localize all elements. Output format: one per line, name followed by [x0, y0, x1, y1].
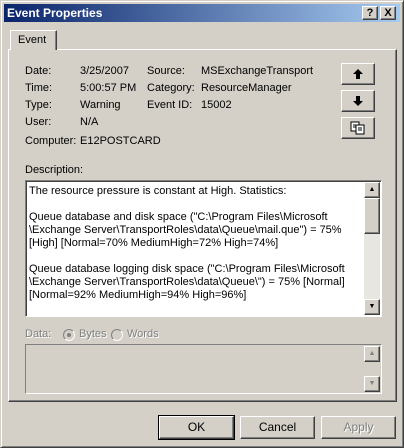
data-scroll-up-arrow-icon: ▲ [368, 350, 376, 357]
description-scrollbar[interactable]: ▲ ▼ [364, 182, 380, 315]
description-text: The resource pressure is constant at Hig… [29, 185, 345, 301]
source-label: Source: [147, 65, 185, 77]
data-scrollbar[interactable]: ▲ ▼ [364, 346, 380, 392]
scroll-up-arrow-icon: ▲ [368, 186, 376, 193]
up-arrow-icon [353, 69, 363, 79]
bytes-radio-label: Bytes [79, 328, 107, 340]
type-value: Warning [80, 99, 121, 111]
copy-button[interactable] [341, 117, 375, 139]
next-event-button[interactable] [341, 90, 375, 112]
data-scroll-down-arrow-icon: ▼ [368, 380, 376, 387]
event-id-value: 15002 [201, 99, 232, 111]
time-label: Time: [25, 82, 53, 94]
description-label: Description: [25, 164, 84, 176]
scroll-thumb[interactable] [364, 198, 380, 234]
window-title: Event Properties [7, 6, 103, 20]
date-value: 3/25/2007 [80, 65, 129, 77]
ok-button[interactable]: OK [158, 415, 235, 440]
radio-selected-dot [67, 333, 71, 337]
words-radio[interactable] [111, 329, 123, 341]
event-id-label: Event ID: [147, 99, 193, 111]
date-label: Date: [25, 65, 52, 77]
category-value: ResourceManager [201, 82, 292, 94]
data-scroll-down-button[interactable]: ▼ [364, 376, 380, 392]
apply-button[interactable]: Apply [321, 416, 396, 439]
tab-event[interactable]: Event [10, 30, 57, 50]
bytes-radio[interactable] [63, 329, 75, 341]
tab-event-label: Event [18, 34, 47, 46]
source-value: MSExchangeTransport [201, 65, 314, 77]
description-textbox[interactable]: The resource pressure is constant at Hig… [25, 180, 382, 317]
data-label: Data: [25, 328, 52, 340]
close-button[interactable]: X [380, 6, 396, 20]
scroll-down-arrow-icon: ▼ [368, 303, 376, 310]
data-scroll-up-button[interactable]: ▲ [364, 346, 380, 362]
type-label: Type: [25, 99, 52, 111]
data-textbox[interactable]: ▲ ▼ [25, 344, 382, 394]
help-button[interactable]: ? [362, 6, 378, 20]
computer-value: E12POSTCARD [80, 135, 161, 147]
cancel-button[interactable]: Cancel [240, 416, 315, 439]
down-arrow-icon [353, 96, 363, 106]
time-value: 5:00:57 PM [80, 82, 137, 94]
scroll-down-button[interactable]: ▼ [364, 299, 380, 315]
previous-event-button[interactable] [341, 63, 375, 85]
scroll-up-button[interactable]: ▲ [364, 182, 380, 198]
user-label: User: [25, 116, 52, 128]
copy-icon [350, 121, 365, 135]
computer-label: Computer: [25, 135, 77, 147]
event-properties-dialog: Event Properties ? X Event Date: 3/25/20… [0, 0, 404, 448]
words-radio-label: Words [127, 328, 159, 340]
category-label: Category: [147, 82, 195, 94]
user-value: N/A [80, 116, 99, 128]
title-bar[interactable]: Event Properties ? X [4, 4, 400, 22]
